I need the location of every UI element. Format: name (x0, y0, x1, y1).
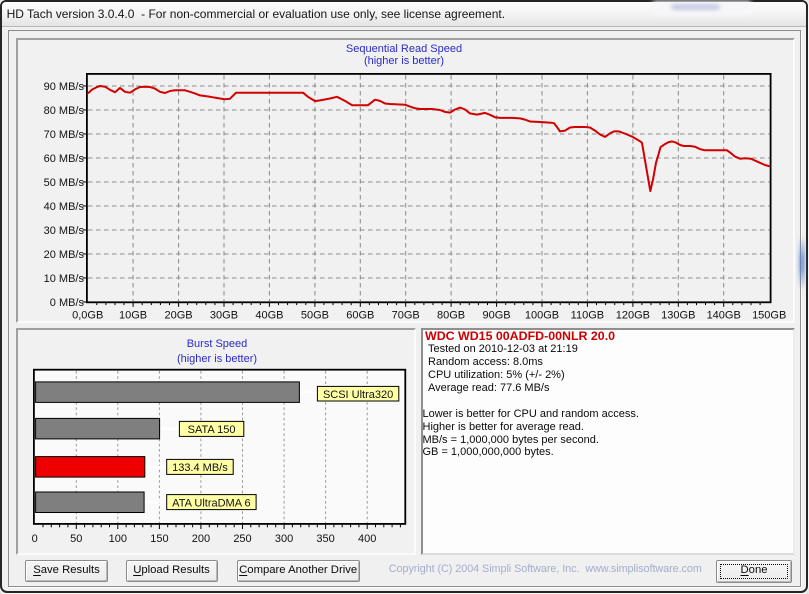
svg-text:120GB: 120GB (616, 310, 650, 322)
svg-text:50: 50 (70, 533, 82, 545)
svg-text:100: 100 (109, 533, 127, 545)
svg-text:10 MB/s: 10 MB/s (44, 273, 85, 285)
svg-text:100GB: 100GB (525, 310, 559, 322)
svg-text:0,0GB: 0,0GB (72, 310, 103, 322)
svg-text:20GB: 20GB (165, 310, 193, 322)
svg-text:ATA UltraDMA 6: ATA UltraDMA 6 (172, 497, 250, 509)
svg-text:80 MB/s: 80 MB/s (44, 105, 85, 117)
svg-text:SATA 150: SATA 150 (188, 424, 236, 436)
svg-text:110GB: 110GB (571, 310, 604, 322)
svg-text:60GB: 60GB (346, 310, 374, 322)
svg-text:0 MB/s: 0 MB/s (50, 297, 85, 309)
svg-text:30 MB/s: 30 MB/s (44, 225, 85, 237)
svg-text:50GB: 50GB (301, 310, 329, 322)
svg-text:80GB: 80GB (437, 310, 465, 322)
svg-text:40 MB/s: 40 MB/s (44, 201, 85, 213)
svg-text:133.4 MB/s: 133.4 MB/s (172, 462, 228, 474)
svg-text:50 MB/s: 50 MB/s (44, 177, 85, 189)
svg-text:130GB: 130GB (661, 310, 695, 322)
svg-text:40GB: 40GB (255, 310, 283, 322)
svg-text:150: 150 (150, 533, 168, 545)
svg-text:10GB: 10GB (119, 310, 147, 322)
svg-text:0: 0 (32, 533, 38, 545)
svg-text:350: 350 (316, 533, 334, 545)
svg-text:90GB: 90GB (483, 310, 511, 322)
svg-text:150GB: 150GB (752, 310, 786, 322)
svg-text:30GB: 30GB (210, 310, 238, 322)
svg-text:400: 400 (358, 533, 376, 545)
svg-text:90 MB/s: 90 MB/s (44, 81, 85, 93)
svg-text:60 MB/s: 60 MB/s (44, 153, 85, 165)
svg-text:70 MB/s: 70 MB/s (44, 129, 85, 141)
svg-text:140GB: 140GB (707, 310, 741, 322)
svg-text:70GB: 70GB (392, 310, 420, 322)
svg-text:200: 200 (192, 533, 210, 545)
svg-text:SCSI Ultra320: SCSI Ultra320 (323, 389, 393, 401)
svg-text:250: 250 (233, 533, 251, 545)
svg-text:300: 300 (275, 533, 293, 545)
svg-text:20 MB/s: 20 MB/s (44, 249, 85, 261)
